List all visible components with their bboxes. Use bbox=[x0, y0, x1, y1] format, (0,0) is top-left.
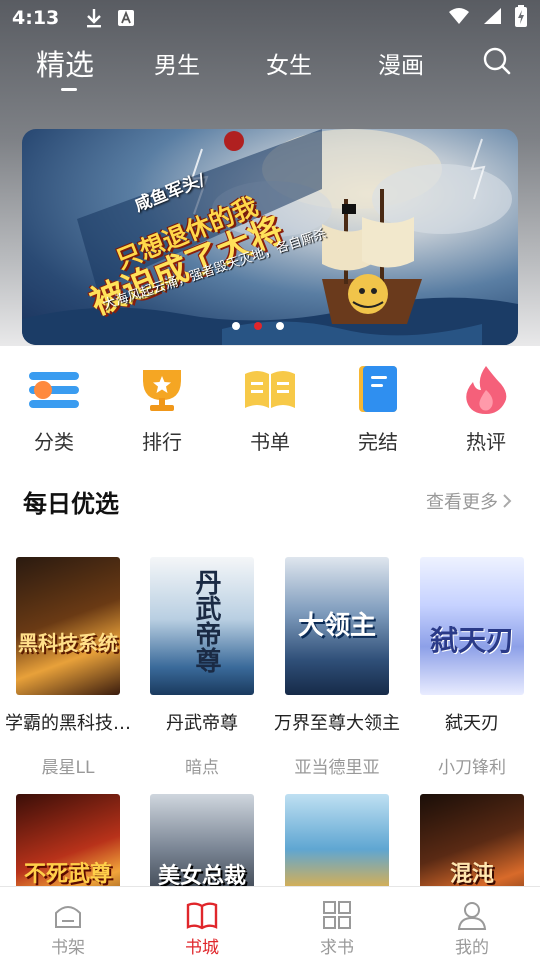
tab-featured[interactable]: 精选 bbox=[36, 42, 94, 84]
category-label: 排行 bbox=[142, 430, 182, 454]
book-author: 暗点 bbox=[185, 758, 219, 778]
wifi-icon bbox=[448, 7, 470, 29]
book-author: 亚当德里亚 bbox=[294, 758, 380, 778]
tab-female[interactable]: 女生 bbox=[266, 46, 312, 80]
search-icon[interactable] bbox=[482, 46, 512, 76]
bottom-tab-label: 我的 bbox=[455, 938, 489, 958]
book-title: 丹武帝尊 bbox=[166, 713, 238, 734]
book-author: 晨星LL bbox=[41, 758, 95, 778]
cover-title: 弑天刃 bbox=[429, 624, 514, 657]
bottom-tab-mine[interactable]: 我的 bbox=[432, 899, 512, 958]
category-label: 分类 bbox=[34, 430, 74, 454]
tab-indicator bbox=[61, 88, 77, 91]
book-city-icon bbox=[186, 899, 218, 931]
bottom-nav: 书架 书城 求书 我的 bbox=[0, 886, 540, 960]
cover-title: 大领主 bbox=[297, 611, 376, 641]
book-author: 小刀锋利 bbox=[438, 758, 506, 778]
cover-title: 不死武尊 bbox=[23, 861, 112, 887]
category-ranking[interactable]: 排行 bbox=[108, 356, 216, 455]
status-time: 4:13 bbox=[12, 7, 60, 29]
category-label: 热评 bbox=[466, 430, 506, 454]
tab-male[interactable]: 男生 bbox=[154, 46, 200, 80]
open-book-icon bbox=[243, 362, 297, 416]
book-cover: 弑天刃 bbox=[420, 557, 524, 695]
book-card[interactable]: 大领主 万界至尊大领主 亚当德里亚 bbox=[269, 557, 405, 778]
pagination-dot[interactable] bbox=[232, 322, 240, 330]
book-title: 万界至尊大领主 bbox=[274, 713, 400, 734]
shelf-icon bbox=[52, 899, 84, 931]
category-finished[interactable]: 完结 bbox=[324, 356, 432, 455]
cover-title: 丹武帝尊 bbox=[191, 569, 221, 673]
chevron-right-icon bbox=[502, 493, 512, 509]
download-icon bbox=[85, 8, 103, 28]
user-icon bbox=[456, 899, 488, 931]
list-icon bbox=[27, 362, 81, 416]
status-bar: 4:13 bbox=[0, 0, 540, 36]
notebook-icon bbox=[351, 362, 405, 416]
pagination-dot[interactable] bbox=[276, 322, 284, 330]
trophy-icon bbox=[135, 362, 189, 416]
book-card[interactable]: 弑天刃 弑天刃 小刀锋利 bbox=[404, 557, 540, 778]
book-cover: 丹武帝尊 bbox=[150, 557, 254, 695]
see-more-label: 查看更多 bbox=[426, 492, 498, 513]
promo-banner[interactable]: 咸鱼军头/ 只想退休的我 被迫成了大将 大海风起云涌，强者毁天灭地，各自厮杀 bbox=[22, 129, 518, 345]
cover-title: 黑科技系统 bbox=[18, 631, 118, 655]
category-hot-reviews[interactable]: 热评 bbox=[432, 356, 540, 455]
book-title: 弑天刃 bbox=[445, 713, 499, 734]
category-classify[interactable]: 分类 bbox=[0, 356, 108, 455]
book-title: 学霸的黑科技… bbox=[5, 713, 131, 734]
bottom-tab-request[interactable]: 求书 bbox=[297, 899, 377, 958]
tab-comics[interactable]: 漫画 bbox=[378, 46, 424, 80]
bottom-tab-label: 求书 bbox=[320, 938, 354, 958]
battery-charging-icon bbox=[514, 5, 528, 31]
daily-picks-title: 每日优选 bbox=[23, 490, 119, 518]
bottom-tab-bookshelf[interactable]: 书架 bbox=[28, 899, 108, 958]
app-badge-icon bbox=[117, 9, 135, 27]
signal-icon bbox=[482, 7, 502, 29]
category-bar: 分类 排行 书单 完结 热评 bbox=[0, 356, 540, 456]
pagination-dot-active[interactable] bbox=[254, 322, 262, 330]
bottom-tab-label: 书架 bbox=[51, 938, 85, 958]
see-more-link[interactable]: 查看更多 bbox=[426, 488, 512, 514]
bottom-tab-bookstore[interactable]: 书城 bbox=[162, 899, 242, 958]
category-booklist[interactable]: 书单 bbox=[216, 356, 324, 455]
book-card[interactable]: 黑科技系统 学霸的黑科技… 晨星LL bbox=[0, 557, 136, 778]
top-nav: 精选 男生 女生 漫画 bbox=[0, 40, 540, 96]
book-cover: 大领主 bbox=[285, 557, 389, 695]
category-label: 书单 bbox=[250, 430, 290, 454]
banner-pagination bbox=[232, 322, 284, 330]
cover-title: 混沌 bbox=[449, 861, 494, 887]
category-label: 完结 bbox=[358, 430, 398, 454]
bottom-tab-label: 书城 bbox=[185, 938, 219, 958]
book-card[interactable]: 丹武帝尊 丹武帝尊 暗点 bbox=[134, 557, 270, 778]
grid-icon bbox=[321, 899, 353, 931]
book-cover: 黑科技系统 bbox=[16, 557, 120, 695]
flame-icon bbox=[459, 362, 513, 416]
